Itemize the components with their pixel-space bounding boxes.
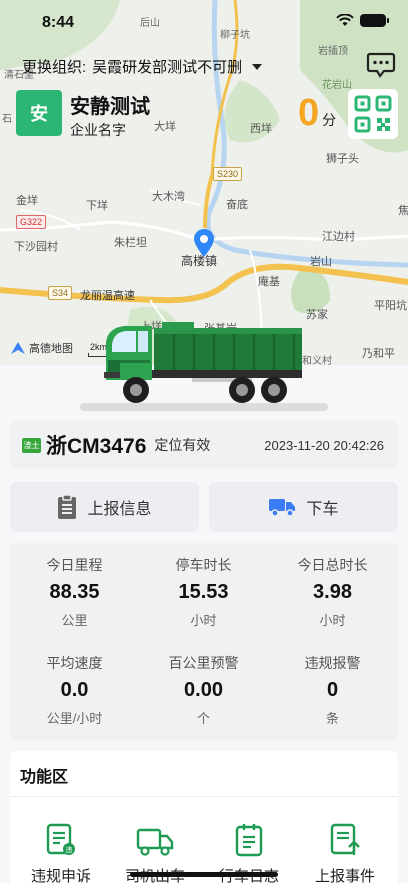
map-label: 焦 xyxy=(398,205,408,217)
driver-score[interactable]: 0 分 xyxy=(298,92,336,135)
map-label: 大垟 xyxy=(154,121,176,133)
stat-unit: 小时 xyxy=(190,613,217,628)
location-pin-icon[interactable] xyxy=(192,228,216,263)
road-badge: G322 xyxy=(16,215,47,229)
status-bar: 8:44 xyxy=(0,0,408,46)
stat-100km-warning: 百公里预警 0.00 个 xyxy=(139,653,268,727)
truck-illustration xyxy=(102,318,304,413)
message-icon xyxy=(366,52,396,78)
stat-parking-duration: 停车时长 15.53 小时 xyxy=(139,555,268,629)
report-info-label: 上报信息 xyxy=(87,501,152,518)
map-label: 西垟 xyxy=(250,123,272,135)
stat-unit: 条 xyxy=(325,711,339,726)
driver-name: 安静测试 xyxy=(70,96,150,118)
map-provider-logo: 高德地图 xyxy=(10,340,73,356)
clipboard-icon xyxy=(58,494,77,519)
stat-average-speed: 平均速度 0.0 公里/小时 xyxy=(10,653,139,727)
report-upload-icon xyxy=(330,823,360,855)
stats-panel: 今日里程 88.35 公里 停车时长 15.53 小时 今日总时长 3.98 小… xyxy=(10,543,398,741)
score-unit: 分 xyxy=(322,112,337,128)
location-status: 定位有效 xyxy=(154,437,211,453)
vehicle-card[interactable]: 渣土 浙CM3476 定位有效 2023-11-20 20:42:26 xyxy=(10,421,398,469)
map-label: 乃和平 xyxy=(362,348,395,360)
stat-total-duration: 今日总时长 3.98 小时 xyxy=(268,555,397,629)
dump-truck-icon xyxy=(104,322,302,403)
stat-label: 今日里程 xyxy=(46,557,103,573)
report-info-button[interactable]: 上报信息 xyxy=(10,482,199,532)
location-timestamp: 2023-11-20 20:42:26 xyxy=(264,437,384,453)
func-report-event[interactable]: 上报事件 xyxy=(300,819,390,883)
map-label: 和义村 xyxy=(302,356,332,365)
stat-unit: 小时 xyxy=(319,613,346,628)
qr-code-icon xyxy=(354,95,392,133)
stat-value: 0.0 xyxy=(60,679,89,701)
exit-vehicle-button[interactable]: 下车 xyxy=(209,482,398,532)
map-label: 狮子头 xyxy=(326,153,359,165)
stat-violation-alarms: 违规报警 0 条 xyxy=(268,653,397,727)
log-book-icon xyxy=(235,824,263,857)
map-label: 平阳坑 xyxy=(374,300,407,312)
stat-label: 停车时长 xyxy=(175,557,232,573)
caret-down-icon xyxy=(252,63,263,70)
org-name: 吴霞研发部测试不可删 xyxy=(92,59,243,76)
map-label: 龙丽温高速 xyxy=(80,290,135,302)
stat-value: 3.98 xyxy=(313,581,352,603)
stat-label: 百公里预警 xyxy=(168,655,239,671)
license-plate: 浙CM3476 xyxy=(46,435,147,458)
org-prefix: 更换组织: xyxy=(22,59,87,76)
exit-vehicle-label: 下车 xyxy=(306,501,339,518)
map-label: 苏家 xyxy=(306,309,328,321)
map-label: 大木湾 xyxy=(152,191,185,203)
map-label: 朱栏坦 xyxy=(114,237,147,249)
map-label: 江边村 xyxy=(322,231,355,243)
func-label: 上报事件 xyxy=(314,868,375,883)
divider xyxy=(10,796,398,797)
battery-icon xyxy=(360,14,389,27)
avatar: 安 xyxy=(16,90,62,136)
stat-value: 0.00 xyxy=(184,679,223,701)
stat-unit: 公里 xyxy=(61,613,88,628)
score-value: 0 xyxy=(298,92,320,134)
map-label: 下垟 xyxy=(86,200,108,212)
map-label: 金垟 xyxy=(16,195,38,207)
stat-unit: 公里/小时 xyxy=(46,711,103,726)
func-violation-appeal[interactable]: 违 违规申诉 xyxy=(16,819,106,883)
func-label: 违规申诉 xyxy=(30,868,91,883)
appeal-document-icon: 违 xyxy=(46,823,75,855)
map-view[interactable]: 后山 柳子坑 岩插顶 花岩山 清石里 石 大垟 西垟 狮子头 大木湾 金垟 下垟… xyxy=(0,0,408,365)
map-label: 庵基 xyxy=(258,276,280,288)
stat-value: 88.35 xyxy=(49,581,100,603)
plate-type-badge: 渣土 xyxy=(22,437,41,453)
stat-label: 违规报警 xyxy=(304,655,361,671)
map-label: 花岩山 xyxy=(322,80,352,91)
truck-icon xyxy=(269,499,296,517)
map-label: 奋底 xyxy=(226,199,248,211)
stat-unit: 个 xyxy=(196,711,210,726)
company-name: 企业名字 xyxy=(70,122,126,138)
home-indicator[interactable] xyxy=(130,872,278,877)
map-provider-name: 高德地图 xyxy=(29,343,73,355)
function-panel: 功能区 违 违规申诉 司机出车 xyxy=(10,751,398,883)
org-switcher[interactable]: 更换组织: 吴霞研发部测试不可删 xyxy=(22,56,263,77)
function-title: 功能区 xyxy=(20,769,69,786)
stat-value: 0 xyxy=(326,679,339,701)
map-label: 石 xyxy=(2,114,12,125)
stat-label: 今日总时长 xyxy=(297,557,368,573)
stat-value: 15.53 xyxy=(178,581,229,603)
stat-daily-mileage: 今日里程 88.35 公里 xyxy=(10,555,139,629)
road-badge: S34 xyxy=(48,286,73,300)
status-time: 8:44 xyxy=(42,14,75,31)
stat-label: 平均速度 xyxy=(46,655,103,671)
qr-code-button[interactable] xyxy=(348,89,398,139)
map-label: 岩山 xyxy=(310,256,332,268)
dispatch-truck-icon xyxy=(136,828,174,856)
wifi-icon xyxy=(336,14,354,26)
amap-logo-icon xyxy=(11,342,25,354)
status-icons xyxy=(336,14,389,27)
message-button[interactable] xyxy=(366,51,396,79)
road-badge: S230 xyxy=(213,167,243,181)
svg-text:违: 违 xyxy=(66,846,73,854)
map-label: 下沙园村 xyxy=(14,241,58,253)
